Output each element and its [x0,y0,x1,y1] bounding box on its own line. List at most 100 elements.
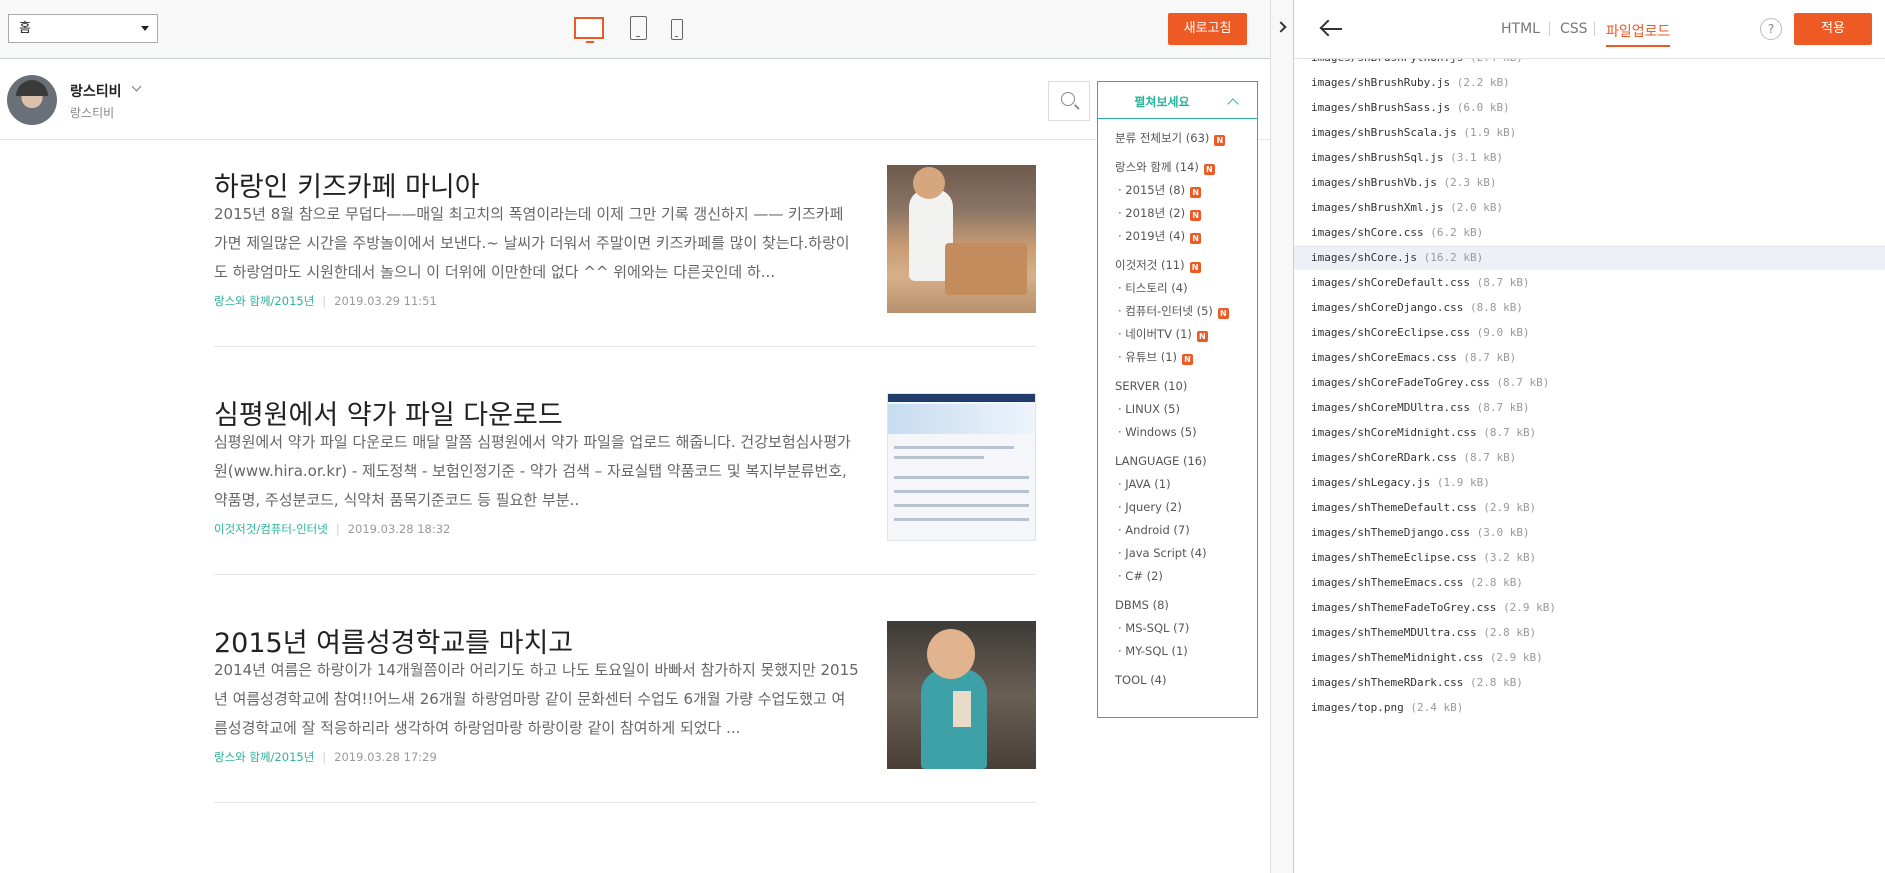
search-button[interactable] [1048,81,1090,121]
subcategory-item[interactable]: · LINUX (5) [1098,398,1257,421]
file-row[interactable]: images/shThemeMDUltra.css (2.8 kB) [1294,620,1885,645]
file-row[interactable]: images/shLegacy.js (1.9 kB) [1294,470,1885,495]
tab-css[interactable]: CSS [1560,21,1588,37]
category-label: · 컴퓨터-인터넷 (5) [1118,304,1213,318]
file-row[interactable]: images/shCore.js (16.2 kB) [1294,245,1885,270]
tab-file-upload[interactable]: 파일업로드 [1606,21,1671,47]
screenshot-line [894,476,1029,479]
subcategory-item[interactable]: · 2015년 (8) N [1098,179,1257,202]
file-row[interactable]: images/shThemeEclipse.css (3.2 kB) [1294,545,1885,570]
category-label: · 티스토리 (4) [1118,281,1188,295]
new-badge: N [1189,262,1201,273]
category-item[interactable]: SERVER (10) [1098,375,1257,398]
file-row[interactable]: images/shBrushPython.js (2.4 kB) [1294,59,1885,70]
post-meta: 이것저것/컴퓨터-인터넷 | 2019.03.28 18:32 [214,521,450,537]
file-row[interactable]: images/shThemeRDark.css (2.8 kB) [1294,670,1885,695]
post-excerpt[interactable]: 2014년 여름은 하랑이가 14개월쯤이라 어리기도 하고 나도 토요일이 바… [214,656,859,743]
file-row[interactable]: images/shThemeFadeToGrey.css (2.9 kB) [1294,595,1885,620]
file-row[interactable]: images/shBrushVb.js (2.3 kB) [1294,170,1885,195]
post-title[interactable]: 하랑인 키즈카페 마니아 [214,165,480,204]
new-badge: N [1190,187,1202,198]
screenshot-line [894,490,1029,493]
subcategory-item[interactable]: · MY-SQL (1) [1098,640,1257,663]
new-badge: N [1203,164,1215,175]
file-row[interactable]: images/top.png (2.4 kB) [1294,695,1885,720]
file-row[interactable]: images/shCore.css (6.2 kB) [1294,220,1885,245]
subcategory-item[interactable]: · 2019년 (4) N [1098,225,1257,248]
mobile-icon[interactable] [671,19,683,40]
monitor-icon[interactable] [574,17,604,43]
post-thumbnail[interactable] [887,621,1036,769]
file-name: images/shCoreMidnight.css [1311,426,1477,439]
subcategory-item[interactable]: · 네이버TV (1) N [1098,323,1257,346]
post-excerpt[interactable]: 심평원에서 약가 파일 다운로드 매달 말쯤 심평원에서 약가 파일을 업로드 … [214,428,859,515]
tab-html[interactable]: HTML [1501,21,1540,37]
file-row[interactable]: images/shCoreDjango.css (8.8 kB) [1294,295,1885,320]
category-toggle[interactable]: 펼쳐보세요 [1098,82,1257,119]
file-size: (2.8 kB) [1469,676,1523,689]
file-row[interactable]: images/shThemeDjango.css (3.0 kB) [1294,520,1885,545]
file-row[interactable]: images/shCoreEmacs.css (8.7 kB) [1294,345,1885,370]
file-row[interactable]: images/shBrushXml.js (2.0 kB) [1294,195,1885,220]
file-row[interactable]: images/shCoreFadeToGrey.css (8.7 kB) [1294,370,1885,395]
file-row[interactable]: images/shCoreDefault.css (8.7 kB) [1294,270,1885,295]
subcategory-item[interactable]: · Jquery (2) [1098,496,1257,519]
file-name: images/shCoreEmacs.css [1311,351,1457,364]
tablet-icon[interactable] [630,16,647,40]
category-item[interactable]: 이것저것 (11) N [1098,254,1257,277]
file-row[interactable]: images/shBrushRuby.js (2.2 kB) [1294,70,1885,95]
category-item[interactable]: TOOL (4) [1098,669,1257,692]
file-name: images/shBrushScala.js [1311,126,1457,139]
post-category[interactable]: 이것저것/컴퓨터-인터넷 [214,522,328,536]
avatar[interactable] [7,75,57,125]
file-row[interactable]: images/shThemeMidnight.css (2.9 kB) [1294,645,1885,670]
file-row[interactable]: images/shCoreMidnight.css (8.7 kB) [1294,420,1885,445]
file-row[interactable]: images/shThemeEmacs.css (2.8 kB) [1294,570,1885,595]
post-meta: 랑스와 함께/2015년 | 2019.03.28 17:29 [214,749,437,765]
subcategory-item[interactable]: · Java Script (4) [1098,542,1257,565]
post-thumbnail[interactable] [887,393,1036,541]
subcategory-item[interactable]: · Windows (5) [1098,421,1257,444]
category-item[interactable]: LANGUAGE (16) [1098,450,1257,473]
back-arrow-icon[interactable] [1319,19,1342,39]
subcategory-item[interactable]: · 유튜브 (1) N [1098,346,1257,369]
category-label: · MY-SQL (1) [1118,644,1188,658]
tab-separator [1549,22,1550,36]
subcategory-item[interactable]: · 2018년 (2) N [1098,202,1257,225]
subcategory-item[interactable]: · C# (2) [1098,565,1257,588]
category-panel: 펼쳐보세요 분류 전체보기 (63) N 랑스와 함께 (14) N · 2015년 (… [1097,81,1258,718]
post-category[interactable]: 랑스와 함께/2015년 [214,294,314,308]
refresh-button[interactable]: 새로고침 [1168,13,1247,45]
post-excerpt[interactable]: 2015년 8월 참으로 무덥다——매일 최고치의 폭염이라는데 이제 그만 기… [214,200,859,287]
post-title[interactable]: 2015년 여름성경학교를 마치고 [214,621,573,660]
file-row[interactable]: images/shBrushSql.js (3.1 kB) [1294,145,1885,170]
blog-name[interactable]: 랑스티비 [70,81,122,101]
subcategory-item[interactable]: · 티스토리 (4) [1098,277,1257,300]
post-item[interactable]: 2015년 여름성경학교를 마치고 2014년 여름은 하랑이가 14개월쯤이라… [214,621,1036,811]
file-row[interactable]: images/shCoreMDUltra.css (8.7 kB) [1294,395,1885,420]
page-select[interactable]: 홈 [8,14,158,43]
file-row[interactable]: images/shCoreEclipse.css (9.0 kB) [1294,320,1885,345]
file-row[interactable]: images/shCoreRDark.css (8.7 kB) [1294,445,1885,470]
post-item[interactable]: 심평원에서 약가 파일 다운로드 심평원에서 약가 파일 다운로드 매달 말쯤 … [214,393,1036,583]
subcategory-item[interactable]: · 컴퓨터-인터넷 (5) N [1098,300,1257,323]
category-item[interactable]: 분류 전체보기 (63) N [1098,127,1257,150]
file-name: images/shThemeDefault.css [1311,501,1477,514]
file-row[interactable]: images/shThemeDefault.css (2.9 kB) [1294,495,1885,520]
file-row[interactable]: images/shBrushSass.js (6.0 kB) [1294,95,1885,120]
post-thumbnail[interactable] [887,165,1036,313]
subcategory-item[interactable]: · Android (7) [1098,519,1257,542]
category-item[interactable]: 랑스와 함께 (14) N [1098,156,1257,179]
subcategory-item[interactable]: · JAVA (1) [1098,473,1257,496]
post-item[interactable]: 하랑인 키즈카페 마니아 2015년 8월 참으로 무덥다——매일 최고치의 폭… [214,165,1036,355]
post-title[interactable]: 심평원에서 약가 파일 다운로드 [214,393,563,432]
file-row[interactable]: images/shBrushScala.js (1.9 kB) [1294,120,1885,145]
apply-button[interactable]: 적용 [1794,13,1872,45]
help-icon[interactable]: ? [1760,18,1782,40]
subcategory-item[interactable]: · MS-SQL (7) [1098,617,1257,640]
category-item[interactable]: DBMS (8) [1098,594,1257,617]
back-arrow-head [1319,19,1337,37]
panel-collapse-toggle[interactable] [1270,0,1294,873]
chevron-down-icon[interactable] [131,81,142,92]
post-category[interactable]: 랑스와 함께/2015년 [214,750,314,764]
